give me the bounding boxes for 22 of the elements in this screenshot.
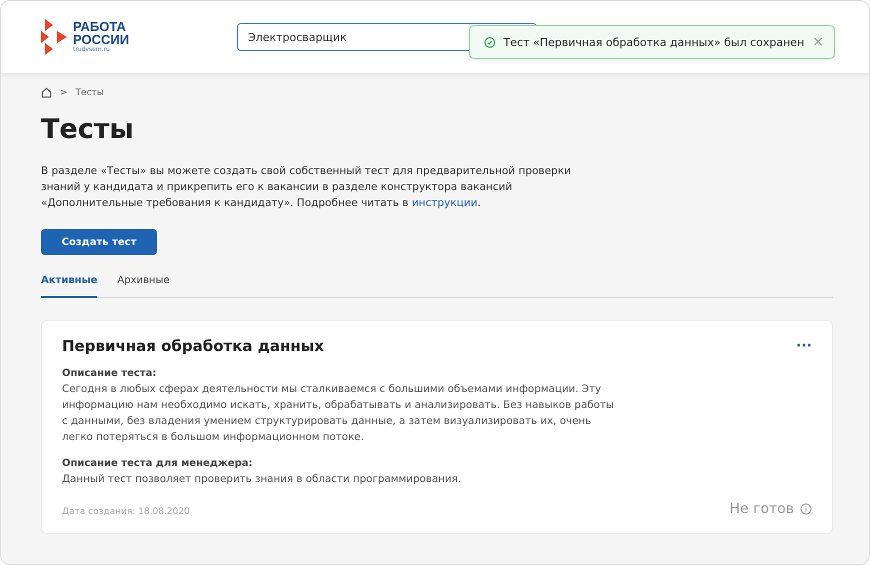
section-text: Сегодня в любых сферах деятельности мы сталкиваемся с большими объемами информации. Эту информацию нам необходимо искать, хранить, обрабатывать и анализировать. Без навыков работы с данными, без владения умением структурировать данные, а затем визуализировать их, очень легко потеряться в большом информационном потоке. <box>62 382 616 445</box>
tab[interactable]: Активные <box>41 275 98 298</box>
tab[interactable]: Архивные <box>117 275 170 298</box>
breadcrumb-separator: > <box>60 88 68 98</box>
creation-date: Дата создания: 18.08.2020 <box>62 507 190 517</box>
page-title: Тесты <box>41 114 135 145</box>
test-title: Первичная обработка данных <box>62 337 324 355</box>
intro-text: В разделе «Тесты» вы можете создать свой собственный тест для предварительной проверки знаний у кандидата и прикрепить его к вакансии в разделе конструктора вакансий «Дополнительные требования к кандидату». Подробнее читать в инструкции. <box>41 164 572 211</box>
section-heading: Описание теста для менеджера: <box>62 457 254 471</box>
status-text: Не готов <box>730 501 794 517</box>
home-icon[interactable] <box>41 87 52 98</box>
section-heading: Описание теста: <box>62 367 158 381</box>
more-button[interactable]: ··· <box>796 338 812 354</box>
create-test-button[interactable]: Создать тест <box>41 229 157 255</box>
info-icon[interactable] <box>800 503 812 515</box>
check-circle-icon <box>484 34 496 50</box>
logo-text: РАБОТА <box>73 20 127 33</box>
logo-icon <box>41 19 69 55</box>
logo-text: РОССИИ <box>73 33 130 46</box>
breadcrumb-item: Тесты <box>76 88 104 98</box>
section-text: Данный тест позволяет проверить знания в области программирования. <box>62 472 462 487</box>
instructions-link[interactable]: инструкции <box>412 197 478 209</box>
